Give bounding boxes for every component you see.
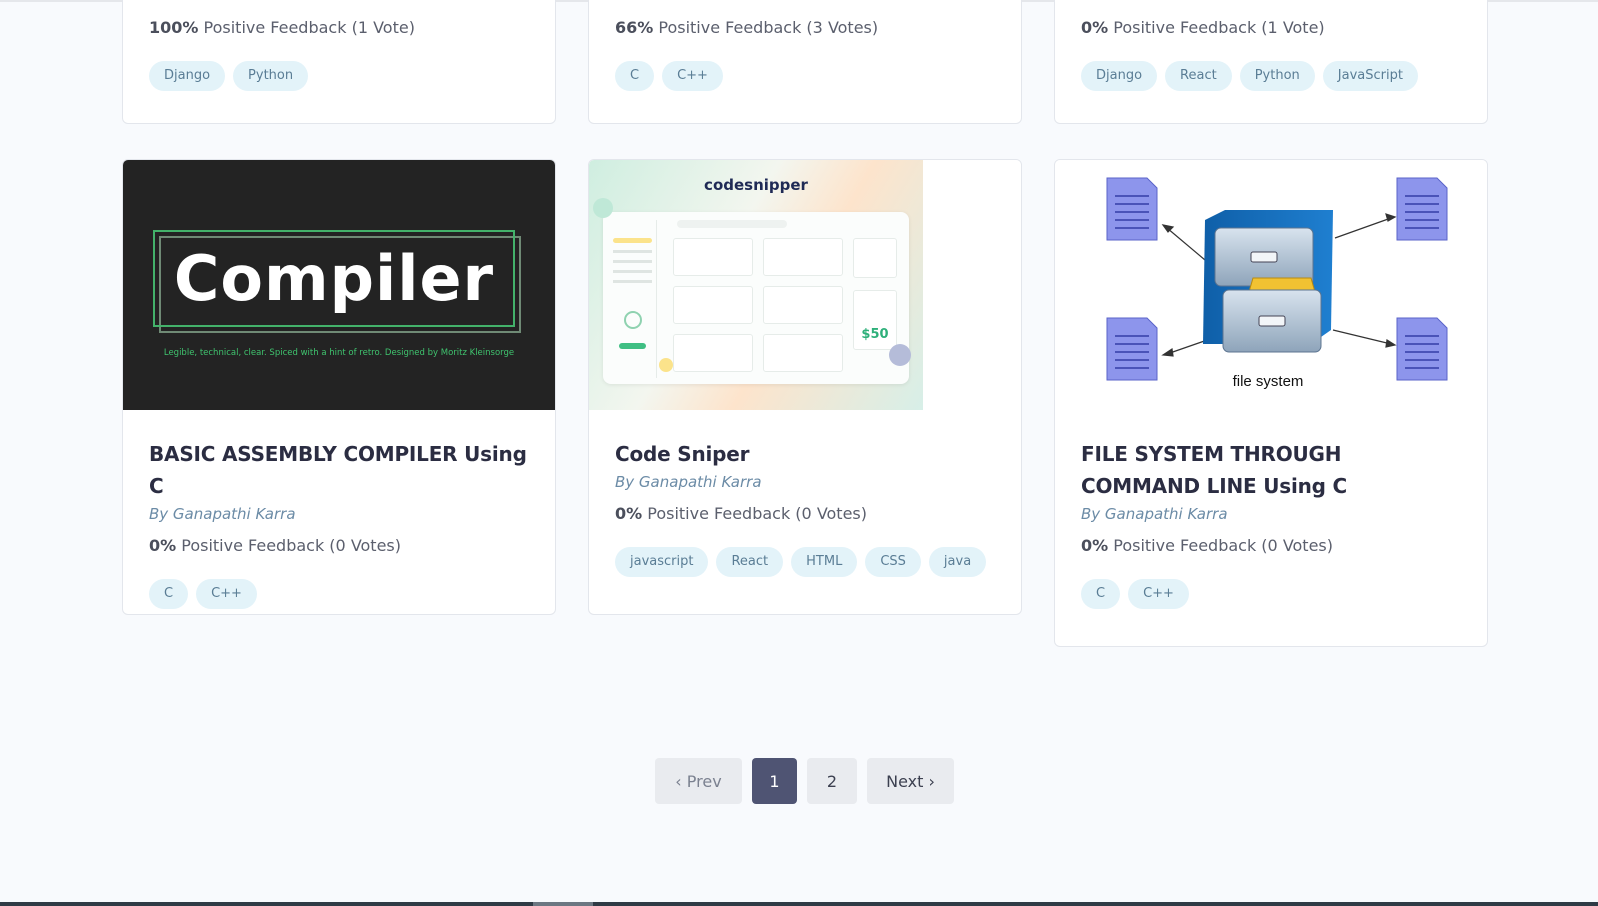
horizontal-scrollbar[interactable] — [0, 902, 1598, 906]
tag[interactable]: C — [149, 579, 189, 609]
tag[interactable]: CSS — [865, 547, 921, 577]
project-card[interactable]: 66% Positive Feedback (3 Votes) C C++ — [588, 0, 1022, 124]
tag-list: C C++ — [1081, 579, 1461, 609]
tag-list: Django Python — [149, 61, 529, 91]
project-title[interactable]: BASIC ASSEMBLY COMPILER Using C — [149, 438, 529, 502]
tag[interactable]: javascript — [615, 547, 709, 577]
tag-list: C C++ — [149, 579, 529, 609]
cabinet-icon — [1203, 210, 1333, 353]
thumb-snippet — [673, 334, 753, 372]
page-2-button[interactable]: 2 — [807, 758, 857, 804]
thumb-widget: $50 — [853, 290, 897, 350]
tag[interactable]: C++ — [662, 61, 723, 91]
tag[interactable]: Django — [1081, 61, 1158, 91]
tag[interactable]: React — [1165, 61, 1232, 91]
tag-list: javascript React HTML CSS java — [615, 547, 995, 577]
document-icon — [1106, 317, 1158, 381]
tag[interactable]: C++ — [1128, 579, 1189, 609]
feedback-text: 66% Positive Feedback (3 Votes) — [615, 18, 879, 37]
thumb-brand: codesnipper — [704, 176, 808, 194]
project-title[interactable]: FILE SYSTEM THROUGH COMMAND LINE Using C — [1081, 438, 1461, 502]
tag[interactable]: JavaScript — [1322, 61, 1418, 91]
project-card[interactable]: 0% Positive Feedback (1 Vote) Django Rea… — [1054, 0, 1488, 124]
thumb-decor — [593, 198, 613, 218]
thumb-snippet — [673, 286, 753, 324]
project-thumbnail[interactable]: file system — [1055, 160, 1487, 410]
thumb-snippet — [763, 334, 843, 372]
thumb-snippet — [763, 238, 843, 276]
tag[interactable]: Python — [233, 61, 309, 91]
next-page-button[interactable]: Next › — [867, 758, 954, 804]
feedback-text: 0% Positive Feedback (0 Votes) — [615, 504, 867, 523]
tag[interactable]: Django — [149, 61, 226, 91]
tag[interactable]: C — [615, 61, 655, 91]
project-card-compiler[interactable]: Compiler Legible, technical, clear. Spic… — [122, 159, 556, 615]
tag[interactable]: HTML — [791, 547, 858, 577]
project-author[interactable]: By Ganapathi Karra — [615, 472, 995, 492]
project-title[interactable]: Code Sniper — [615, 438, 995, 470]
project-thumbnail[interactable]: codesnipper $50 — [589, 160, 1021, 410]
document-icon — [1106, 177, 1158, 241]
feedback-text: 0% Positive Feedback (1 Vote) — [1081, 18, 1325, 37]
tag[interactable]: C++ — [196, 579, 257, 609]
feedback-text: 0% Positive Feedback (0 Votes) — [149, 536, 401, 555]
thumb-window: $50 — [603, 212, 909, 384]
feedback-text: 0% Positive Feedback (0 Votes) — [1081, 536, 1333, 555]
feedback-text: 100% Positive Feedback (1 Vote) — [149, 18, 415, 37]
scrollbar-thumb[interactable] — [533, 902, 593, 906]
prev-page-button[interactable]: ‹ Prev — [655, 758, 742, 804]
tag[interactable]: React — [716, 547, 784, 577]
document-icon — [1396, 177, 1448, 241]
project-card[interactable]: 100% Positive Feedback (1 Vote) Django P… — [122, 0, 556, 124]
document-icon — [1396, 317, 1448, 381]
project-author[interactable]: By Ganapathi Karra — [1081, 504, 1461, 524]
project-thumbnail[interactable]: Compiler Legible, technical, clear. Spic… — [123, 160, 555, 410]
tag[interactable]: java — [928, 547, 987, 577]
project-card-code-sniper[interactable]: codesnipper $50 Code Sniper By Ganapathi… — [588, 159, 1022, 615]
thumb-price: $50 — [861, 327, 889, 342]
tag[interactable]: Python — [1239, 61, 1315, 91]
project-card-file-system[interactable]: file system FILE SYSTEM THROUGH COMMAND … — [1054, 159, 1488, 647]
thumb-word: Compiler — [173, 242, 495, 315]
page-1-button[interactable]: 1 — [752, 758, 797, 804]
thumb-decor — [659, 358, 673, 372]
tag[interactable]: C — [1081, 579, 1121, 609]
thumb-snippet — [763, 286, 843, 324]
thumb-search — [677, 220, 787, 228]
thumb-decor — [889, 344, 911, 366]
tag-list: Django React Python JavaScript — [1081, 61, 1461, 91]
thumb-sidebar — [609, 220, 657, 378]
thumb-caption: file system — [1233, 373, 1304, 390]
tag-list: C C++ — [615, 61, 995, 91]
thumb-widget — [853, 238, 897, 278]
file-system-illustration: file system — [1106, 177, 1448, 390]
thumb-snippet — [673, 238, 753, 276]
project-author[interactable]: By Ganapathi Karra — [149, 504, 529, 524]
thumb-tagline: Legible, technical, clear. Spiced with a… — [163, 348, 515, 358]
